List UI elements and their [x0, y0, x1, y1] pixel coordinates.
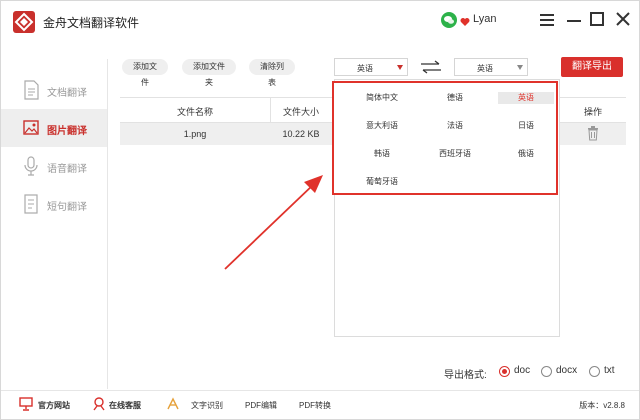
trash-icon[interactable] — [587, 126, 599, 141]
add-folder-button[interactable]: 添加文件夹 — [182, 59, 236, 87]
monitor-icon — [19, 397, 33, 411]
column-header-action: 操作 — [583, 107, 602, 117]
format-label-txt: txt — [604, 365, 615, 376]
image-icon — [23, 118, 39, 138]
language-options-panel: 简体中文 德语 英语 意大利语 法语 日语 韩语 西班牙语 俄语 葡萄牙语 — [332, 81, 558, 195]
sidebar-item-sentence-translate[interactable]: 短句翻译 — [1, 185, 107, 223]
minimize-icon[interactable] — [566, 13, 582, 29]
add-file-button[interactable]: 添加文件 — [122, 59, 168, 87]
text-doc-icon — [23, 194, 39, 214]
sidebar-item-label: 图片翻译 — [47, 126, 87, 137]
sidebar-item-label: 语音翻译 — [47, 164, 87, 175]
format-label-doc: doc — [514, 365, 531, 376]
lang-option-portuguese[interactable]: 葡萄牙语 — [354, 176, 410, 188]
version-label: 版本：v2.8.8 — [579, 401, 625, 410]
source-language-value: 英语 — [357, 64, 373, 73]
lang-option-italian[interactable]: 意大利语 — [354, 120, 410, 132]
vip-heart-icon — [460, 14, 470, 26]
translate-export-button[interactable]: 翻译导出 — [561, 57, 623, 77]
sidebar-item-label: 文档翻译 — [47, 88, 87, 99]
column-header-size: 文件大小 — [282, 107, 319, 117]
online-service-link[interactable]: 在线客服 — [109, 400, 141, 411]
target-language-value: 英语 — [477, 64, 493, 73]
lang-option-french[interactable]: 法语 — [427, 120, 483, 132]
lang-option-japanese[interactable]: 日语 — [498, 120, 554, 132]
app-window: 金舟文档翻译软件 Lyan 文档翻译 图片翻译 语音翻译 短句翻译 添加文件 添… — [0, 0, 640, 420]
menu-icon[interactable] — [539, 13, 555, 27]
app-logo-icon — [13, 11, 35, 33]
headset-icon — [92, 397, 106, 411]
sidebar-item-document-translate[interactable]: 文档翻译 — [1, 71, 107, 109]
official-website-link[interactable]: 官方网站 — [38, 400, 70, 411]
document-icon — [23, 80, 39, 100]
file-name-cell: 1.png — [183, 129, 207, 139]
format-radio-doc[interactable] — [499, 366, 510, 377]
microphone-icon — [23, 156, 39, 176]
target-language-select[interactable]: 英语 — [454, 58, 528, 76]
export-format-label: 导出格式: — [444, 370, 487, 381]
user-name[interactable]: Lyan — [473, 13, 496, 25]
clear-list-button[interactable]: 清除列表 — [249, 59, 295, 87]
lang-option-korean[interactable]: 韩语 — [354, 148, 410, 160]
footer-bar: 官方网站 在线客服 文字识别 PDF编辑 PDF转换 版本：v2.8.8 — [1, 390, 639, 419]
sidebar-item-voice-translate[interactable]: 语音翻译 — [1, 147, 107, 185]
chevron-down-icon — [397, 65, 403, 70]
swap-arrows-icon[interactable] — [420, 60, 442, 74]
maximize-icon[interactable] — [590, 12, 604, 26]
source-language-select[interactable]: 英语 — [334, 58, 408, 76]
pdf-edit-link[interactable]: PDF编辑 — [245, 400, 277, 411]
format-label-docx: docx — [556, 365, 578, 376]
format-radio-docx[interactable] — [541, 366, 552, 377]
text-recognition-link[interactable]: 文字识别 — [191, 400, 223, 411]
title-bar: 金舟文档翻译软件 Lyan — [1, 1, 639, 41]
lang-option-chinese[interactable]: 简体中文 — [354, 92, 410, 104]
app-title: 金舟文档翻译软件 — [43, 16, 140, 30]
lang-option-german[interactable]: 德语 — [427, 92, 483, 104]
chevron-down-icon — [517, 65, 523, 70]
pdf-convert-link[interactable]: PDF转换 — [299, 400, 331, 411]
format-radio-txt[interactable] — [589, 366, 600, 377]
lang-option-english[interactable]: 英语 — [498, 92, 554, 104]
lang-option-russian[interactable]: 俄语 — [498, 148, 554, 160]
wechat-avatar-icon[interactable] — [441, 12, 457, 28]
text-recognition-icon — [166, 397, 180, 411]
lang-option-spanish[interactable]: 西班牙语 — [427, 148, 483, 160]
file-size-cell: 10.22 KB — [282, 129, 320, 139]
close-icon[interactable] — [615, 11, 631, 27]
sidebar-item-label: 短句翻译 — [47, 202, 87, 213]
column-header-name: 文件名称 — [176, 107, 213, 117]
sidebar-item-image-translate[interactable]: 图片翻译 — [1, 109, 107, 147]
sidebar: 文档翻译 图片翻译 语音翻译 短句翻译 — [1, 59, 108, 389]
